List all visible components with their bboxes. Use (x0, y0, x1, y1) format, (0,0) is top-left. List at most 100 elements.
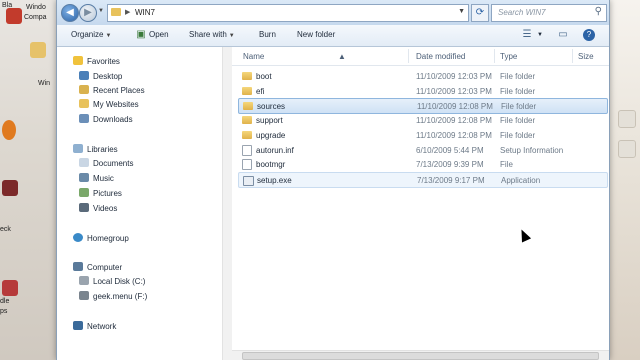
address-bar-area: ◀ ▶ ▼ ▶ WIN7 ▼ ⟳ Search WIN7 ⚲ (57, 0, 609, 25)
nav-recent-places[interactable]: Recent Places (79, 85, 145, 95)
share-with-menu[interactable]: Share with ▼ (189, 30, 235, 39)
recent-places-icon (79, 85, 89, 94)
nav-geek-menu-label: geek.menu (F:) (93, 292, 148, 301)
file-name: upgrade (256, 131, 286, 140)
file-row-efi[interactable]: efi 11/10/2009 12:03 PM File folder (238, 84, 606, 98)
organize-menu[interactable]: Organize ▼ (71, 30, 111, 39)
breadcrumb-current[interactable]: WIN7 (135, 8, 155, 17)
nav-documents[interactable]: Documents (79, 158, 133, 168)
file-name: bootmgr (256, 160, 286, 169)
desktop-firefox-icon[interactable] (2, 120, 16, 140)
organize-label: Organize (71, 30, 104, 39)
nav-desktop[interactable]: Desktop (79, 71, 122, 81)
column-name[interactable]: Name (243, 52, 264, 61)
file-row-autorun[interactable]: autorun.inf 6/10/2009 5:44 PM Setup Info… (238, 143, 606, 157)
help-icon[interactable]: ? (583, 29, 595, 41)
desktop-label-6: dle (0, 298, 10, 305)
desktop-right-icon[interactable] (618, 110, 636, 128)
view-chevron-icon[interactable]: ▼ (537, 32, 543, 38)
favorites-star-icon (73, 56, 83, 65)
view-options-icon[interactable]: ☰ (521, 29, 533, 41)
nav-recent-places-label: Recent Places (93, 86, 145, 95)
homegroup-icon (73, 233, 83, 242)
breadcrumb-separator-icon[interactable]: ▶ (125, 8, 130, 16)
file-name: boot (256, 72, 272, 81)
column-divider[interactable] (494, 49, 495, 63)
videos-icon (79, 203, 89, 212)
folder-icon (242, 116, 252, 124)
file-row-bootmgr[interactable]: bootmgr 7/13/2009 9:39 PM File (238, 157, 606, 171)
file-type: File folder (500, 116, 536, 125)
file-row-boot[interactable]: boot 11/10/2009 12:03 PM File folder (238, 69, 606, 83)
explorer-window: ◀ ▶ ▼ ▶ WIN7 ▼ ⟳ Search WIN7 ⚲ Organize ▼… (56, 0, 610, 360)
nav-local-disk[interactable]: Local Disk (C:) (79, 276, 145, 286)
scrollbar-thumb[interactable] (242, 352, 599, 360)
file-type: Setup Information (500, 146, 564, 155)
file-name: efi (256, 87, 265, 96)
nav-computer-label: Computer (87, 263, 123, 272)
nav-local-disk-label: Local Disk (C:) (93, 277, 146, 286)
open-label: Open (149, 30, 169, 39)
column-type[interactable]: Type (500, 52, 517, 61)
desktop-label-4: Win (38, 80, 51, 87)
file-row-sources[interactable]: sources 11/10/2009 12:08 PM File folder (238, 98, 608, 114)
column-divider[interactable] (572, 49, 573, 63)
desktop-folder-icon[interactable] (30, 42, 46, 58)
recent-pages-chevron-icon[interactable]: ▼ (98, 8, 104, 14)
nav-geek-menu[interactable]: geek.menu (F:) (79, 291, 147, 301)
desktop-right-icon-2[interactable] (618, 140, 636, 158)
nav-libraries[interactable]: Libraries (73, 144, 118, 154)
file-date: 11/10/2009 12:08 PM (416, 131, 492, 140)
nav-homegroup[interactable]: Homegroup (73, 233, 129, 243)
nav-downloads[interactable]: Downloads (79, 114, 133, 124)
nav-scrollbar[interactable] (222, 47, 232, 360)
search-input[interactable]: Search WIN7 ⚲ (491, 4, 607, 22)
nav-my-websites[interactable]: My Websites (79, 99, 139, 109)
hard-drive-icon (79, 276, 89, 285)
nav-desktop-label: Desktop (93, 72, 123, 81)
horizontal-scrollbar[interactable] (232, 350, 609, 360)
desktop-app-icon[interactable] (6, 8, 22, 24)
desktop-app2-icon[interactable] (2, 180, 18, 196)
column-date-modified[interactable]: Date modified (416, 52, 465, 61)
file-date: 11/10/2009 12:03 PM (416, 87, 492, 96)
preview-pane-icon[interactable]: ▭ (557, 29, 569, 41)
documents-icon (79, 158, 89, 167)
libraries-icon (73, 144, 83, 153)
file-date: 11/10/2009 12:08 PM (417, 102, 493, 111)
file-row-upgrade[interactable]: upgrade 11/10/2009 12:08 PM File folder (238, 128, 606, 142)
nav-videos-label: Videos (93, 204, 118, 213)
open-button[interactable]: Open (149, 30, 169, 39)
file-row-support[interactable]: support 11/10/2009 12:08 PM File folder (238, 113, 606, 127)
refresh-icon[interactable]: ⟳ (471, 4, 489, 22)
file-name: support (256, 116, 283, 125)
address-bar[interactable]: ▶ WIN7 ▼ (107, 4, 469, 22)
nav-music[interactable]: Music (79, 173, 114, 183)
forward-button[interactable]: ▶ (79, 4, 97, 22)
back-button[interactable]: ◀ (61, 4, 79, 22)
nav-documents-label: Documents (93, 159, 134, 168)
nav-music-label: Music (93, 174, 114, 183)
column-size[interactable]: Size (578, 52, 594, 61)
search-placeholder: Search WIN7 (498, 8, 546, 17)
new-folder-label: New folder (297, 30, 336, 39)
desktop-label-2: Windo (26, 4, 46, 11)
address-dropdown-icon[interactable]: ▼ (458, 8, 465, 15)
search-icon: ⚲ (594, 6, 602, 17)
nav-network[interactable]: Network (73, 321, 116, 331)
nav-favorites[interactable]: Favorites (73, 56, 120, 66)
file-type: File (500, 160, 513, 169)
burn-label: Burn (259, 30, 276, 39)
burn-button[interactable]: Burn (259, 30, 276, 39)
nav-favorites-label: Favorites (87, 57, 120, 66)
nav-computer[interactable]: Computer (73, 262, 122, 272)
file-row-setup-exe[interactable]: setup.exe 7/13/2009 9:17 PM Application (238, 172, 608, 188)
music-icon (79, 173, 89, 182)
nav-pictures[interactable]: Pictures (79, 188, 122, 198)
desktop-app3-icon[interactable] (2, 280, 18, 296)
desktop-right-area (606, 0, 640, 360)
nav-downloads-label: Downloads (93, 115, 133, 124)
column-divider[interactable] (408, 49, 409, 63)
new-folder-button[interactable]: New folder (297, 30, 335, 39)
nav-videos[interactable]: Videos (79, 203, 117, 213)
